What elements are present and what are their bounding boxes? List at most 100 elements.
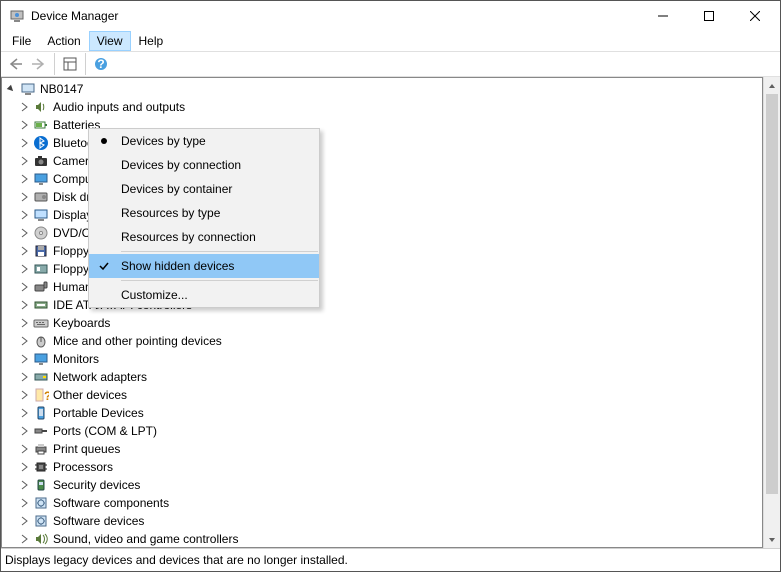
expand-icon[interactable] [17, 298, 31, 312]
expand-icon[interactable] [17, 388, 31, 402]
tree-node-label: Sound, video and game controllers [53, 532, 238, 546]
menu-file[interactable]: File [4, 31, 39, 51]
svg-text:?: ? [44, 389, 49, 403]
computer-icon [20, 81, 36, 97]
tree-node[interactable]: Keyboards [2, 314, 762, 332]
toolbar: ? [1, 51, 780, 77]
printer-icon [33, 441, 49, 457]
expand-icon[interactable] [17, 172, 31, 186]
checkmark-icon [89, 254, 119, 278]
menu-devices-by-connection[interactable]: Devices by connection [89, 153, 319, 177]
expand-icon[interactable] [17, 532, 31, 546]
menu-item-label: Devices by connection [119, 158, 241, 172]
menu-show-hidden-devices[interactable]: Show hidden devices [89, 254, 319, 278]
expand-icon[interactable] [17, 280, 31, 294]
monitor-icon [33, 351, 49, 367]
tree-node[interactable]: ? Other devices [2, 386, 762, 404]
menu-view[interactable]: View [89, 31, 131, 51]
menu-resources-by-type[interactable]: Resources by type [89, 201, 319, 225]
tree-root-row[interactable]: NB0147 [2, 80, 762, 98]
expand-icon[interactable] [17, 352, 31, 366]
tree-node-label: Audio inputs and outputs [53, 100, 185, 114]
vertical-scrollbar[interactable] [763, 77, 780, 548]
expand-icon[interactable] [17, 514, 31, 528]
expand-icon[interactable] [17, 100, 31, 114]
expand-icon[interactable] [17, 334, 31, 348]
close-button[interactable] [732, 1, 778, 31]
collapse-icon[interactable] [4, 82, 18, 96]
menu-action[interactable]: Action [39, 31, 88, 51]
toolbar-back-button[interactable] [3, 53, 27, 75]
tree-node-label: Software devices [53, 514, 144, 528]
tree-node[interactable]: Processors [2, 458, 762, 476]
tree-node[interactable]: Network adapters [2, 368, 762, 386]
software-icon [33, 513, 49, 529]
expand-icon[interactable] [17, 208, 31, 222]
expand-icon[interactable] [17, 496, 31, 510]
expand-icon[interactable] [17, 442, 31, 456]
tree-node[interactable]: Software components [2, 494, 762, 512]
expand-icon[interactable] [17, 370, 31, 384]
menu-separator [121, 251, 318, 252]
expand-icon[interactable] [17, 424, 31, 438]
app-icon [9, 8, 25, 24]
toolbar-forward-button[interactable] [27, 53, 51, 75]
expand-icon[interactable] [17, 136, 31, 150]
tree-node[interactable]: Portable Devices [2, 404, 762, 422]
processor-icon [33, 459, 49, 475]
expand-icon[interactable] [17, 460, 31, 474]
menu-item-label: Show hidden devices [119, 259, 234, 273]
toolbar-separator [54, 53, 55, 75]
toolbar-properties-button[interactable] [58, 53, 82, 75]
tree-node-label: Portable Devices [53, 406, 144, 420]
ports-icon [33, 423, 49, 439]
maximize-button[interactable] [686, 1, 732, 31]
tree-node-label: Software components [53, 496, 169, 510]
expand-icon[interactable] [17, 154, 31, 168]
expand-icon[interactable] [17, 316, 31, 330]
menu-help[interactable]: Help [131, 31, 172, 51]
camera-icon [33, 153, 49, 169]
view-menu-dropdown: Devices by type Devices by connection De… [88, 128, 320, 308]
monitor-icon [33, 171, 49, 187]
tree-node[interactable]: Mice and other pointing devices [2, 332, 762, 350]
network-icon [33, 369, 49, 385]
expand-icon[interactable] [17, 406, 31, 420]
toolbar-separator [85, 53, 86, 75]
expand-icon[interactable] [17, 118, 31, 132]
tree-node[interactable]: Software devices [2, 512, 762, 530]
menu-separator [121, 280, 318, 281]
svg-text:?: ? [97, 57, 104, 71]
minimize-button[interactable] [640, 1, 686, 31]
keyboard-icon [33, 315, 49, 331]
expand-icon[interactable] [17, 190, 31, 204]
tree-node-label: Other devices [53, 388, 127, 402]
toolbar-empty [115, 53, 778, 75]
tree-node[interactable]: Print queues [2, 440, 762, 458]
scroll-down-button[interactable] [764, 531, 780, 548]
menu-customize[interactable]: Customize... [89, 283, 319, 307]
tree-node[interactable]: Security devices [2, 476, 762, 494]
speaker-icon [33, 99, 49, 115]
expand-icon[interactable] [17, 478, 31, 492]
expand-icon[interactable] [17, 226, 31, 240]
toolbar-help-button[interactable]: ? [89, 53, 113, 75]
tree-node-label: Processors [53, 460, 113, 474]
tree-node[interactable]: Ports (COM & LPT) [2, 422, 762, 440]
scroll-up-button[interactable] [764, 77, 780, 94]
expand-icon[interactable] [17, 244, 31, 258]
tree-node[interactable]: Audio inputs and outputs [2, 98, 762, 116]
hid-icon [33, 279, 49, 295]
tree-node[interactable]: Monitors [2, 350, 762, 368]
menu-resources-by-connection[interactable]: Resources by connection [89, 225, 319, 249]
tree-node-label: Security devices [53, 478, 140, 492]
expand-icon[interactable] [17, 262, 31, 276]
menu-bar: File Action View Help [1, 31, 780, 51]
menu-devices-by-container[interactable]: Devices by container [89, 177, 319, 201]
menu-devices-by-type[interactable]: Devices by type [89, 129, 319, 153]
tree-node[interactable]: Sound, video and game controllers [2, 530, 762, 547]
tree-node-label: Print queues [53, 442, 120, 456]
tree-node-label: Ports (COM & LPT) [53, 424, 157, 438]
ide-icon [33, 297, 49, 313]
scroll-thumb[interactable] [766, 94, 778, 494]
